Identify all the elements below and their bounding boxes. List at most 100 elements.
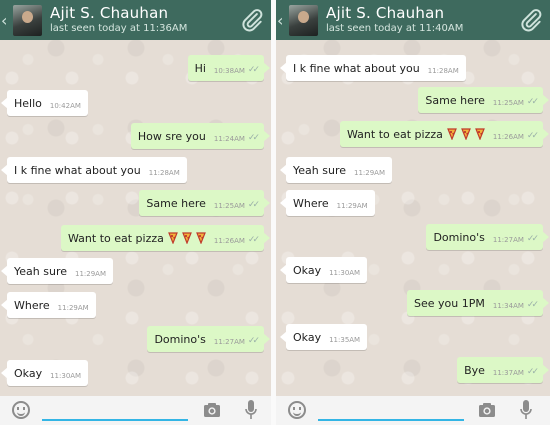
outgoing-message[interactable]: Same here 11:25AM ✓✓ <box>139 190 270 216</box>
message-input-bar <box>276 396 550 425</box>
outgoing-message[interactable]: Domino's 11:27AM ✓✓ <box>426 224 549 250</box>
message-text: I k fine what about you <box>293 61 420 75</box>
avatar[interactable] <box>289 4 318 36</box>
message-text: Same here <box>146 196 206 210</box>
message-text: Want to eat pizza <box>68 231 164 245</box>
avatar[interactable] <box>13 4 42 36</box>
double-check-icon: ✓✓ <box>247 200 260 210</box>
double-check-icon: ✓✓ <box>526 367 539 377</box>
message-text: Domino's <box>433 230 485 244</box>
camera-icon[interactable] <box>203 402 221 418</box>
message-input[interactable] <box>42 419 188 421</box>
double-check-icon: ✓✓ <box>247 235 260 245</box>
message-time: 11:24AM <box>213 135 245 143</box>
pizza-emoji-icon <box>475 128 485 140</box>
message-time: 11:37AM <box>492 369 524 377</box>
outgoing-message[interactable]: Domino's 11:27AM ✓✓ <box>147 326 270 352</box>
outgoing-message[interactable]: See you 1PM 11:34AM ✓✓ <box>407 290 549 316</box>
message-time: 11:29AM <box>336 202 368 210</box>
incoming-message[interactable]: Okay 11:30AM <box>279 257 368 283</box>
incoming-message[interactable]: Okay 11:30AM <box>0 360 89 386</box>
message-text: Bye <box>464 363 485 377</box>
double-check-icon: ✓✓ <box>526 300 539 310</box>
message-text: Yeah sure <box>293 163 346 177</box>
message-time: 11:26AM <box>213 237 245 245</box>
message-time: 11:35AM <box>329 336 361 344</box>
message-time: 11:27AM <box>492 236 524 244</box>
paperclip-icon[interactable] <box>239 6 265 34</box>
back-icon[interactable]: ‹ <box>1 11 12 30</box>
chat-screen-right: ‹ Ajit S. Chauhan last seen today at 11:… <box>276 0 550 425</box>
outgoing-message[interactable]: Hi 10:38AM ✓✓ <box>187 55 271 81</box>
message-time: 11:29AM <box>354 169 386 177</box>
contact-name: Ajit S. Chauhan <box>50 4 169 22</box>
pizza-emoji-icon <box>182 232 192 244</box>
message-text: Hi <box>194 61 206 75</box>
message-time: 10:42AM <box>49 102 81 110</box>
pizza-emoji-icon <box>196 232 206 244</box>
message-text: Okay <box>293 263 322 277</box>
message-text: Want to eat pizza <box>347 127 443 141</box>
outgoing-message[interactable]: Want to eat pizza 11:26AM ✓✓ <box>61 225 270 251</box>
message-time: 11:28AM <box>148 169 180 177</box>
outgoing-message[interactable]: Same here 11:25AM ✓✓ <box>418 87 549 113</box>
message-time: 11:29AM <box>75 270 107 278</box>
pizza-emoji-icon <box>447 128 457 140</box>
camera-icon[interactable] <box>478 402 496 418</box>
microphone-icon[interactable] <box>245 400 257 420</box>
back-icon[interactable]: ‹ <box>277 11 288 30</box>
message-text: Okay <box>293 330 322 344</box>
last-seen-status: last seen today at 11:36AM <box>50 23 188 34</box>
message-time: 11:26AM <box>492 133 524 141</box>
incoming-message[interactable]: I k fine what about you 11:28AM <box>1 157 187 183</box>
microphone-icon[interactable] <box>520 400 532 420</box>
chat-header: ‹ Ajit S. Chauhan last seen today at 11:… <box>276 0 550 40</box>
message-input-bar <box>0 396 271 425</box>
incoming-message[interactable]: I k fine what about you 11:28AM <box>280 55 466 81</box>
incoming-message[interactable]: Where 11:29AM <box>280 190 375 216</box>
double-check-icon: ✓✓ <box>526 97 539 107</box>
outgoing-message[interactable]: Bye 11:37AM ✓✓ <box>457 357 549 383</box>
message-time: 11:25AM <box>213 202 245 210</box>
double-check-icon: ✓✓ <box>247 133 260 143</box>
double-check-icon: ✓✓ <box>247 336 260 346</box>
smiley-icon[interactable] <box>288 401 306 419</box>
paperclip-icon[interactable] <box>518 6 544 34</box>
incoming-message[interactable]: Where 11:29AM <box>1 292 96 318</box>
message-text: Where <box>14 298 50 312</box>
incoming-message[interactable]: Hello 10:42AM <box>1 90 88 116</box>
chat-screen-left: ‹ Ajit S. Chauhan last seen today at 11:… <box>0 0 271 425</box>
message-text: I k fine what about you <box>14 163 141 177</box>
message-time: 11:28AM <box>427 67 459 75</box>
smiley-icon[interactable] <box>12 401 30 419</box>
message-time: 11:29AM <box>57 304 89 312</box>
chat-header: ‹ Ajit S. Chauhan last seen today at 11:… <box>0 0 271 40</box>
message-time: 11:25AM <box>492 99 524 107</box>
contact-info[interactable]: Ajit S. Chauhan last seen today at 11:40… <box>326 6 463 34</box>
message-text: Yeah sure <box>14 264 67 278</box>
contact-name: Ajit S. Chauhan <box>326 4 445 22</box>
double-check-icon: ✓✓ <box>526 131 539 141</box>
double-check-icon: ✓✓ <box>247 65 260 75</box>
pizza-emoji-icon <box>168 232 178 244</box>
message-text: Hello <box>14 96 42 110</box>
outgoing-message[interactable]: How sre you 11:24AM ✓✓ <box>130 123 271 149</box>
outgoing-message[interactable]: Want to eat pizza 11:26AM ✓✓ <box>340 121 549 147</box>
message-time: 11:30AM <box>50 372 82 380</box>
message-time: 11:27AM <box>213 338 245 346</box>
message-text: Same here <box>425 93 485 107</box>
message-text: Where <box>293 196 329 210</box>
pizza-emoji-icon <box>461 128 471 140</box>
contact-info[interactable]: Ajit S. Chauhan last seen today at 11:36… <box>50 6 187 34</box>
message-text: See you 1PM <box>414 296 485 310</box>
incoming-message[interactable]: Yeah sure 11:29AM <box>279 157 393 183</box>
incoming-message[interactable]: Okay 11:35AM <box>279 324 368 350</box>
double-check-icon: ✓✓ <box>526 234 539 244</box>
message-time: 11:30AM <box>329 269 361 277</box>
message-time: 11:34AM <box>492 302 524 310</box>
message-text: How sre you <box>137 129 206 143</box>
last-seen-status: last seen today at 11:40AM <box>326 23 464 34</box>
message-input[interactable] <box>318 419 464 421</box>
incoming-message[interactable]: Yeah sure 11:29AM <box>0 258 114 284</box>
message-text: Domino's <box>154 332 206 346</box>
